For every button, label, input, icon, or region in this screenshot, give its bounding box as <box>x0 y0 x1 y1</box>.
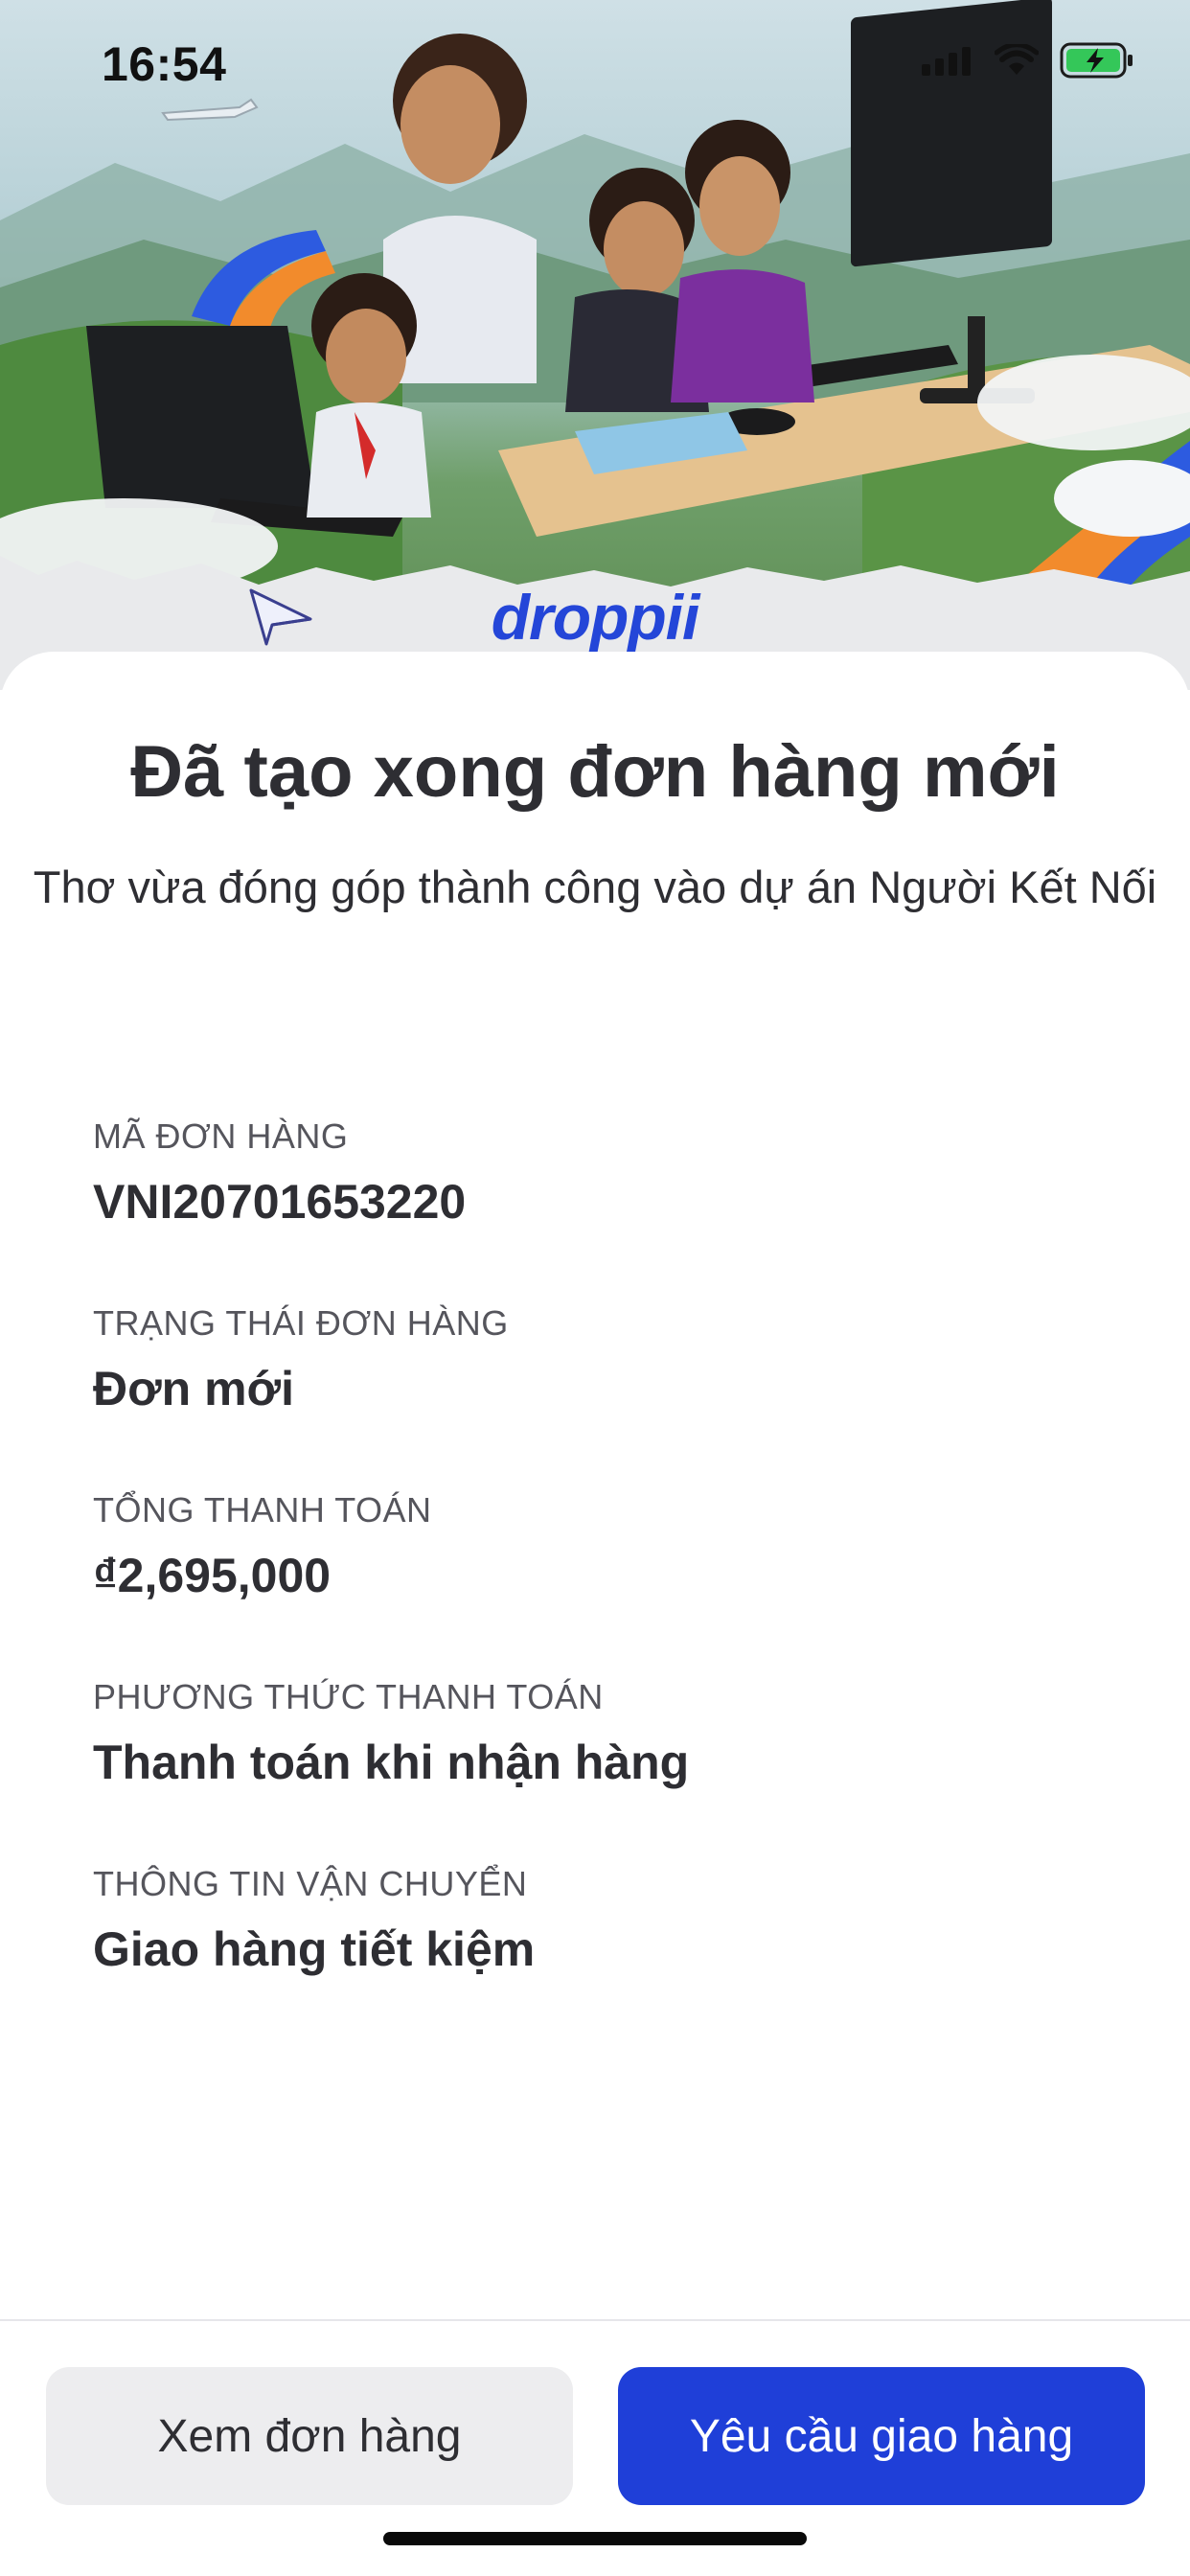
order-status-label: TRẠNG THÁI ĐƠN HÀNG <box>93 1303 509 1343</box>
order-total-row: TỔNG THANH TOÁN ₫2,695,000 <box>93 1485 1109 1672</box>
shipping-info-row: THÔNG TIN VẬN CHUYỂN Giao hàng tiết kiệm <box>93 1859 1109 2046</box>
order-info-list: MÃ ĐƠN HÀNG VNI20701653220 TRẠNG THÁI ĐƠ… <box>93 1112 1109 2046</box>
payment-method-value: Thanh toán khi nhận hàng <box>93 1736 690 1789</box>
home-indicator <box>383 2532 807 2545</box>
status-time: 16:54 <box>102 37 227 91</box>
status-icons <box>922 42 1134 79</box>
battery-charging-icon <box>1060 42 1133 79</box>
shipping-info-label: THÔNG TIN VẬN CHUYỂN <box>93 1864 528 1903</box>
shipping-info-value: Giao hàng tiết kiệm <box>93 1922 536 1976</box>
page-subtitle: Thơ vừa đóng góp thành công vào dự án Ng… <box>33 862 1157 912</box>
view-order-button[interactable]: Xem đơn hàng <box>46 2367 573 2505</box>
bottom-divider <box>0 2319 1190 2321</box>
order-code-value: VNI20701653220 <box>93 1175 467 1229</box>
page-title: Đã tạo xong đơn hàng mới <box>130 731 1060 813</box>
order-code-label: MÃ ĐƠN HÀNG <box>93 1116 349 1156</box>
order-status-row: TRẠNG THÁI ĐƠN HÀNG Đơn mới <box>93 1299 1109 1485</box>
droppii-logo: droppii <box>491 582 700 653</box>
hero-banner: 16:54 droppii <box>0 0 1190 690</box>
signal-icon <box>922 47 971 76</box>
payment-method-row: PHƯƠNG THỨC THANH TOÁN Thanh toán khi nh… <box>93 1672 1109 1859</box>
order-status-value: Đơn mới <box>93 1362 294 1415</box>
order-code-row: MÃ ĐƠN HÀNG VNI20701653220 <box>93 1112 1109 1299</box>
order-total-value: ₫2,695,000 <box>93 1549 332 1602</box>
wifi-icon <box>995 44 1039 75</box>
request-delivery-button[interactable]: Yêu cầu giao hàng <box>618 2367 1145 2505</box>
order-total-label: TỔNG THANH TOÁN <box>93 1490 432 1530</box>
payment-method-label: PHƯƠNG THỨC THANH TOÁN <box>93 1677 604 1716</box>
